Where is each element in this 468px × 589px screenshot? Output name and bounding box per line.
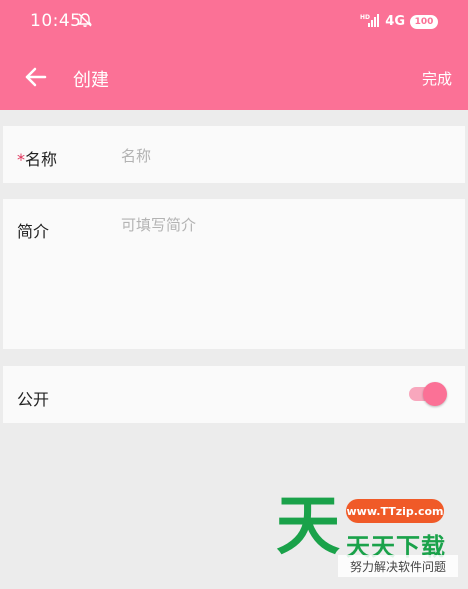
battery-icon: 100 [410, 14, 438, 29]
status-time: 10:45 [30, 11, 82, 31]
name-input[interactable] [121, 144, 449, 168]
svg-text:HD: HD [360, 14, 370, 21]
watermark: 天 www.TTzip.com 天天下载 努力解决软件问题 [276, 495, 466, 587]
page-title: 创建 [73, 70, 109, 91]
name-label-text: 名称 [25, 150, 58, 169]
done-button[interactable]: 完成 [422, 68, 452, 89]
intro-label: 简介 [17, 222, 50, 241]
status-bar: 10:45 HD 4G 100 [0, 0, 468, 40]
signal-icon: HD [360, 12, 380, 31]
back-arrow-icon[interactable] [22, 63, 50, 91]
public-toggle[interactable] [409, 382, 447, 406]
intro-row: 简介 [3, 199, 465, 349]
app-bar: 创建 完成 [0, 55, 468, 99]
status-indicators: HD 4G 100 [360, 12, 438, 31]
watermark-big-char: 天 [276, 490, 340, 564]
network-type: 4G [385, 14, 405, 29]
toggle-thumb [423, 382, 447, 406]
watermark-url: www.TTzip.com [346, 499, 444, 523]
app-header: 10:45 HD 4G 100 创建 完成 [0, 0, 468, 110]
name-label: *名称 [17, 146, 57, 170]
public-row: 公开 [3, 366, 465, 423]
public-label: 公开 [17, 390, 50, 409]
intro-textarea[interactable] [121, 214, 449, 334]
required-mark: * [17, 150, 25, 169]
name-row: *名称 [3, 126, 465, 183]
watermark-tagline: 努力解决软件问题 [338, 555, 458, 577]
bell-muted-icon [77, 12, 93, 32]
battery-level: 100 [414, 16, 434, 27]
